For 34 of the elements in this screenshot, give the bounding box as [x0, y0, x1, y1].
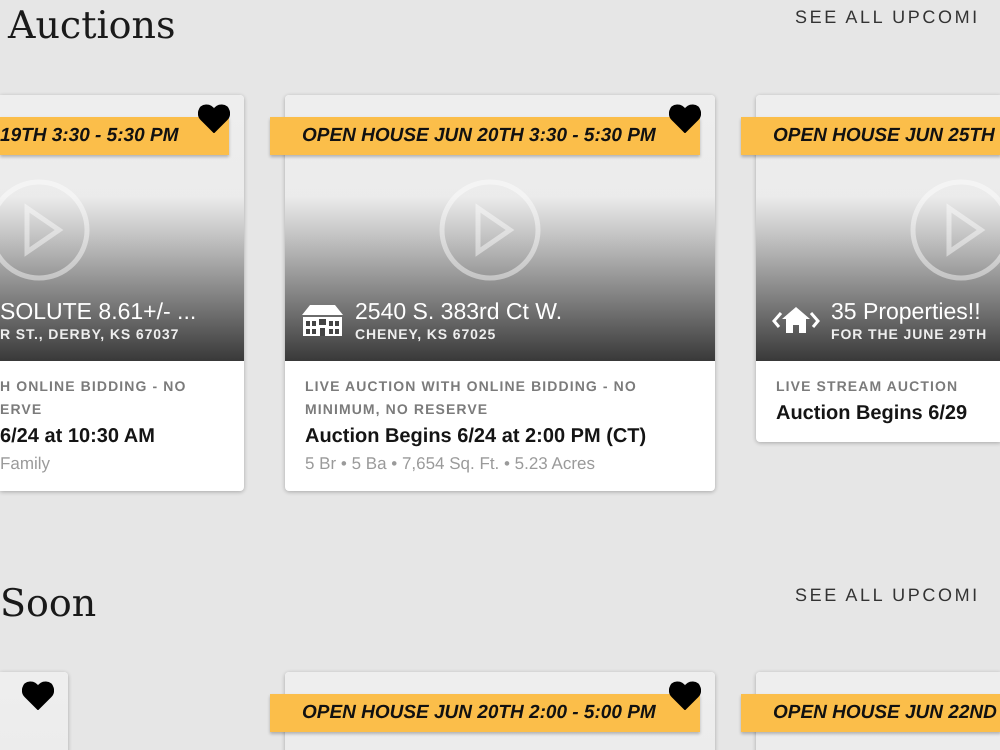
auction-type: ERVE	[0, 400, 44, 419]
property-location: FOR THE JUNE 29TH	[831, 325, 988, 343]
open-house-banner: OPEN HOUSE JUN 25TH	[741, 117, 1000, 155]
property-title: SOLUTE 8.61+/- ...	[0, 297, 196, 325]
play-icon	[909, 178, 1000, 282]
auction-date: Auction Begins 6/29	[776, 401, 968, 426]
play-icon	[0, 178, 91, 282]
heart-icon[interactable]	[669, 104, 701, 133]
property-title: 2540 S. 383rd Ct W.	[355, 297, 562, 325]
auction-type: LIVE AUCTION WITH ONLINE BIDDING - NO	[305, 377, 638, 396]
auction-date: 6/24 at 10:30 AM	[0, 424, 156, 449]
property-details: Family	[0, 453, 52, 475]
open-house-banner: OPEN HOUSE JUN 22ND	[741, 694, 1000, 732]
heart-icon[interactable]	[198, 104, 230, 133]
open-house-banner: OPEN HOUSE JUN 20TH 2:00 - 5:00 PM	[270, 694, 700, 732]
property-location: CHENEY, KS 67025	[355, 325, 498, 343]
property-title: 35 Properties!!	[831, 297, 982, 325]
open-house-banner: OPEN HOUSE JUN 20TH 3:30 - 5:30 PM	[270, 117, 700, 155]
see-all-link[interactable]: SEE ALL UPCOMI	[795, 7, 1000, 28]
section-heading: Auctions	[8, 3, 176, 47]
auction-type: LIVE STREAM AUCTION	[776, 377, 960, 396]
see-all-link[interactable]: SEE ALL UPCOMI	[795, 585, 1000, 606]
house-icon	[300, 302, 345, 338]
heart-icon[interactable]	[22, 681, 54, 710]
property-details: 5 Br • 5 Ba • 7,654 Sq. Ft. • 5.23 Acres	[305, 453, 596, 475]
heart-icon[interactable]	[669, 681, 701, 710]
open-house-banner: 19TH 3:30 - 5:30 PM	[0, 117, 229, 155]
play-icon	[438, 178, 542, 282]
auction-type: H ONLINE BIDDING - NO	[0, 377, 188, 396]
section-heading: Soon	[0, 581, 96, 625]
property-location: R ST., DERBY, KS 67037	[0, 325, 180, 343]
auction-type: MINIMUM, NO RESERVE	[305, 400, 490, 419]
auction-date: Auction Begins 6/24 at 2:00 PM (CT)	[305, 424, 648, 449]
houses-icon	[771, 305, 821, 335]
